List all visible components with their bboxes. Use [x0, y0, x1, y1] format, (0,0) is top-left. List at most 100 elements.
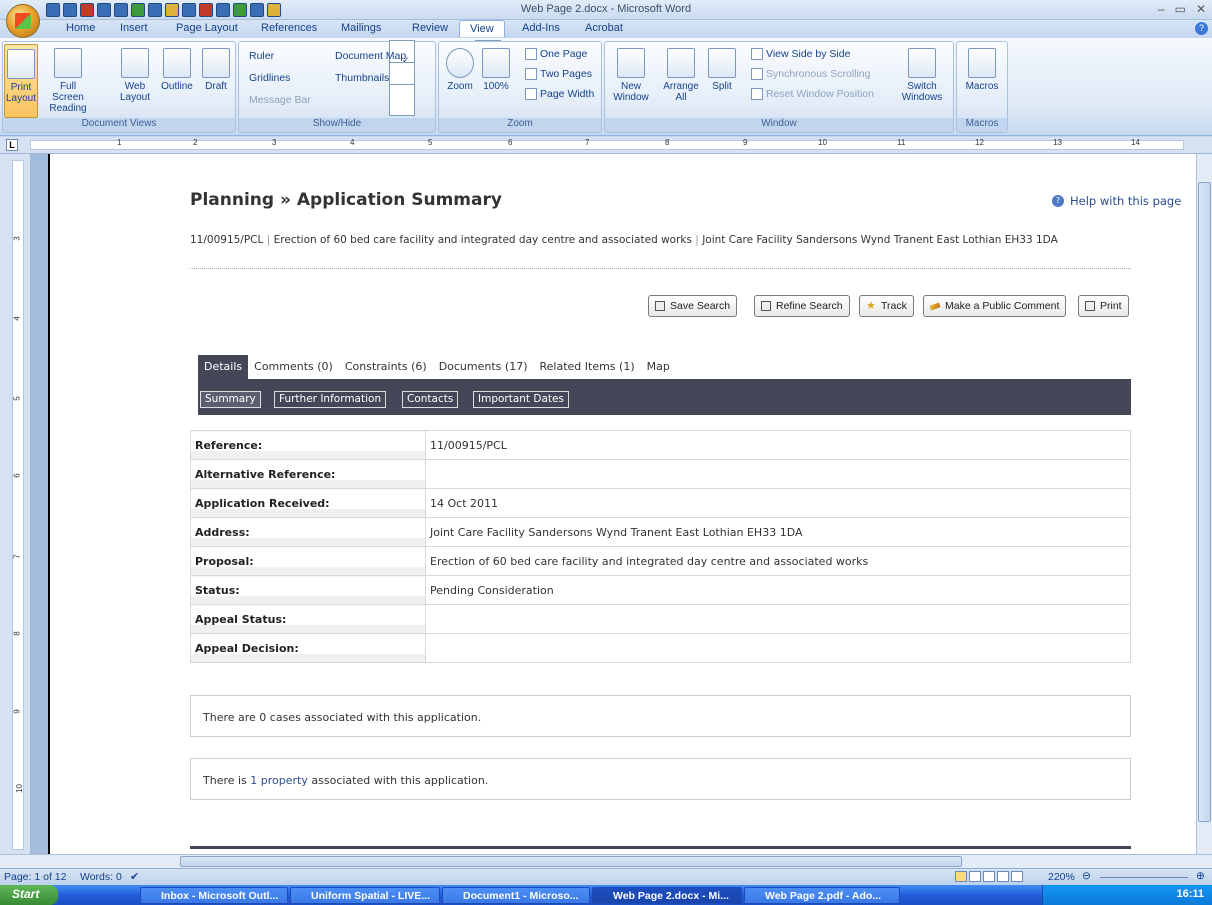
- taskbar-item-web-page-pdf[interactable]: Web Page 2.pdf - Ado...: [744, 887, 900, 904]
- tab-comments[interactable]: Comments (0): [248, 355, 339, 379]
- pdf-icon[interactable]: [199, 3, 213, 17]
- vertical-scrollbar[interactable]: [1196, 154, 1212, 854]
- zoom-100-button[interactable]: 100%: [479, 48, 513, 92]
- horizontal-scrollbar[interactable]: [0, 854, 1212, 868]
- zoom-level[interactable]: 220%: [1048, 871, 1075, 883]
- property-link[interactable]: 1 property: [250, 774, 308, 787]
- customize-qat-icon[interactable]: [267, 3, 281, 17]
- taskbar-item-uniform[interactable]: Uniform Spatial - LIVE...: [290, 887, 440, 904]
- page-count[interactable]: Page: 1 of 12: [4, 871, 66, 883]
- tab-selector-icon[interactable]: L: [6, 139, 18, 151]
- proofing-icon[interactable]: ✔: [130, 870, 139, 883]
- synchronous-scrolling-button[interactable]: Synchronous Scrolling: [751, 68, 870, 80]
- picture-icon[interactable]: [233, 3, 247, 17]
- print-layout-button[interactable]: Print Layout: [4, 44, 38, 118]
- full-screen-view-icon[interactable]: [969, 871, 981, 882]
- bullets-icon[interactable]: [148, 3, 162, 17]
- thumbnails-checkbox[interactable]: Thumbnails: [335, 62, 501, 94]
- ruler-number: 5: [428, 138, 433, 147]
- close-button[interactable]: ✕: [1196, 2, 1206, 16]
- zoom-slider[interactable]: [1100, 877, 1188, 878]
- tab-details[interactable]: Details: [198, 355, 249, 379]
- draft-view-icon[interactable]: [1011, 871, 1023, 882]
- help-link[interactable]: ? Help with this page: [1052, 194, 1181, 208]
- switch-windows-button[interactable]: Switch Windows: [895, 48, 949, 103]
- minimize-button[interactable]: –: [1158, 2, 1165, 16]
- draft-icon: [202, 48, 230, 78]
- horizontal-ruler[interactable]: L 1 2 3 4 5 6 7 8 9 10 11 12 13 14: [0, 137, 1212, 154]
- save-search-button[interactable]: Save Search: [648, 295, 738, 317]
- gridlines-checkbox[interactable]: Gridlines: [249, 62, 415, 94]
- document-map-checkbox[interactable]: Document Map: [335, 40, 501, 72]
- restore-button[interactable]: ▭: [1175, 2, 1186, 16]
- web-layout-button[interactable]: Web Layout: [117, 48, 153, 103]
- one-page-button[interactable]: One Page: [525, 48, 587, 60]
- print-button[interactable]: Print: [1078, 295, 1129, 317]
- office-button[interactable]: [6, 4, 40, 38]
- view-side-by-side-button[interactable]: View Side by Side: [751, 48, 850, 60]
- horizontal-scroll-thumb[interactable]: [180, 856, 962, 867]
- save-icon[interactable]: [46, 3, 60, 17]
- macros-button[interactable]: Macros: [961, 48, 1003, 92]
- tab-mailings[interactable]: Mailings: [341, 22, 381, 34]
- word-count[interactable]: Words: 0: [80, 871, 122, 883]
- tab-page-layout[interactable]: Page Layout: [176, 22, 238, 34]
- insert-icon[interactable]: [216, 3, 230, 17]
- reset-window-position-button[interactable]: Reset Window Position: [751, 88, 874, 100]
- document-page[interactable]: Planning » Application Summary ? Help wi…: [48, 154, 1196, 854]
- print-icon[interactable]: [97, 3, 111, 17]
- tab-constraints[interactable]: Constraints (6): [339, 355, 433, 379]
- split-button[interactable]: Split: [705, 48, 739, 92]
- new-window-button[interactable]: New Window: [611, 48, 651, 103]
- zoom-in-icon[interactable]: ⊕: [1196, 870, 1205, 882]
- tab-view[interactable]: View: [459, 20, 505, 37]
- tab-references[interactable]: References: [261, 22, 317, 34]
- outline-button[interactable]: Outline: [157, 48, 197, 92]
- message-bar-checkbox[interactable]: Message Bar: [249, 84, 415, 116]
- subnav-contacts[interactable]: Contacts: [402, 391, 459, 408]
- subnav-further-information[interactable]: Further Information: [274, 391, 387, 408]
- zoom-out-icon[interactable]: ⊖: [1082, 870, 1091, 882]
- email-icon[interactable]: [182, 3, 196, 17]
- print-layout-view-icon[interactable]: [955, 871, 967, 882]
- subnav-summary[interactable]: Summary: [200, 391, 261, 408]
- start-button[interactable]: Start: [0, 885, 58, 905]
- redo-icon[interactable]: [80, 3, 94, 17]
- page-width-button[interactable]: Page Width: [525, 88, 594, 100]
- print-preview-icon[interactable]: [114, 3, 128, 17]
- make-public-comment-button[interactable]: Make a Public Comment: [923, 295, 1067, 317]
- clock[interactable]: 16:11: [1176, 888, 1204, 900]
- refine-search-button[interactable]: Refine Search: [754, 295, 850, 317]
- columns-icon[interactable]: [250, 3, 264, 17]
- tab-review[interactable]: Review: [412, 22, 448, 34]
- spelling-icon[interactable]: [131, 3, 145, 17]
- vertical-ruler[interactable]: 3 4 5 6 7 8 9 10: [0, 154, 30, 854]
- taskbar-item-outlook[interactable]: Inbox - Microsoft Outl...: [140, 887, 288, 904]
- help-icon[interactable]: ?: [1195, 22, 1208, 35]
- full-screen-reading-button[interactable]: Full Screen Reading: [43, 48, 93, 114]
- tab-map[interactable]: Map: [641, 355, 676, 379]
- star-icon: ★: [866, 300, 876, 312]
- two-pages-button[interactable]: Two Pages: [525, 68, 592, 80]
- outline-view-icon[interactable]: [997, 871, 1009, 882]
- table-icon[interactable]: [165, 3, 179, 17]
- ruler-checkbox[interactable]: ✓ Ruler: [249, 40, 415, 72]
- tab-add-ins[interactable]: Add-Ins: [522, 22, 560, 34]
- arrange-all-button[interactable]: Arrange All: [659, 48, 703, 103]
- tab-acrobat[interactable]: Acrobat: [585, 22, 623, 34]
- subnav-important-dates[interactable]: Important Dates: [473, 391, 569, 408]
- taskbar-item-web-page-docx[interactable]: Web Page 2.docx - Mi...: [592, 887, 742, 904]
- undo-icon[interactable]: [63, 3, 77, 17]
- zoom-button[interactable]: Zoom: [443, 48, 477, 92]
- taskbar-item-document1[interactable]: Document1 - Microso...: [442, 887, 590, 904]
- tab-documents[interactable]: Documents (17): [433, 355, 534, 379]
- tab-related-items[interactable]: Related Items (1): [533, 355, 640, 379]
- draft-button[interactable]: Draft: [199, 48, 233, 92]
- web-layout-view-icon[interactable]: [983, 871, 995, 882]
- track-button[interactable]: ★ Track: [859, 295, 914, 317]
- vertical-scroll-thumb[interactable]: [1198, 182, 1211, 822]
- taskbar: Start Inbox - Microsoft Outl... Uniform …: [0, 885, 1212, 905]
- new-window-icon: [617, 48, 645, 78]
- tab-home[interactable]: Home: [66, 22, 95, 34]
- tab-insert[interactable]: Insert: [120, 22, 148, 34]
